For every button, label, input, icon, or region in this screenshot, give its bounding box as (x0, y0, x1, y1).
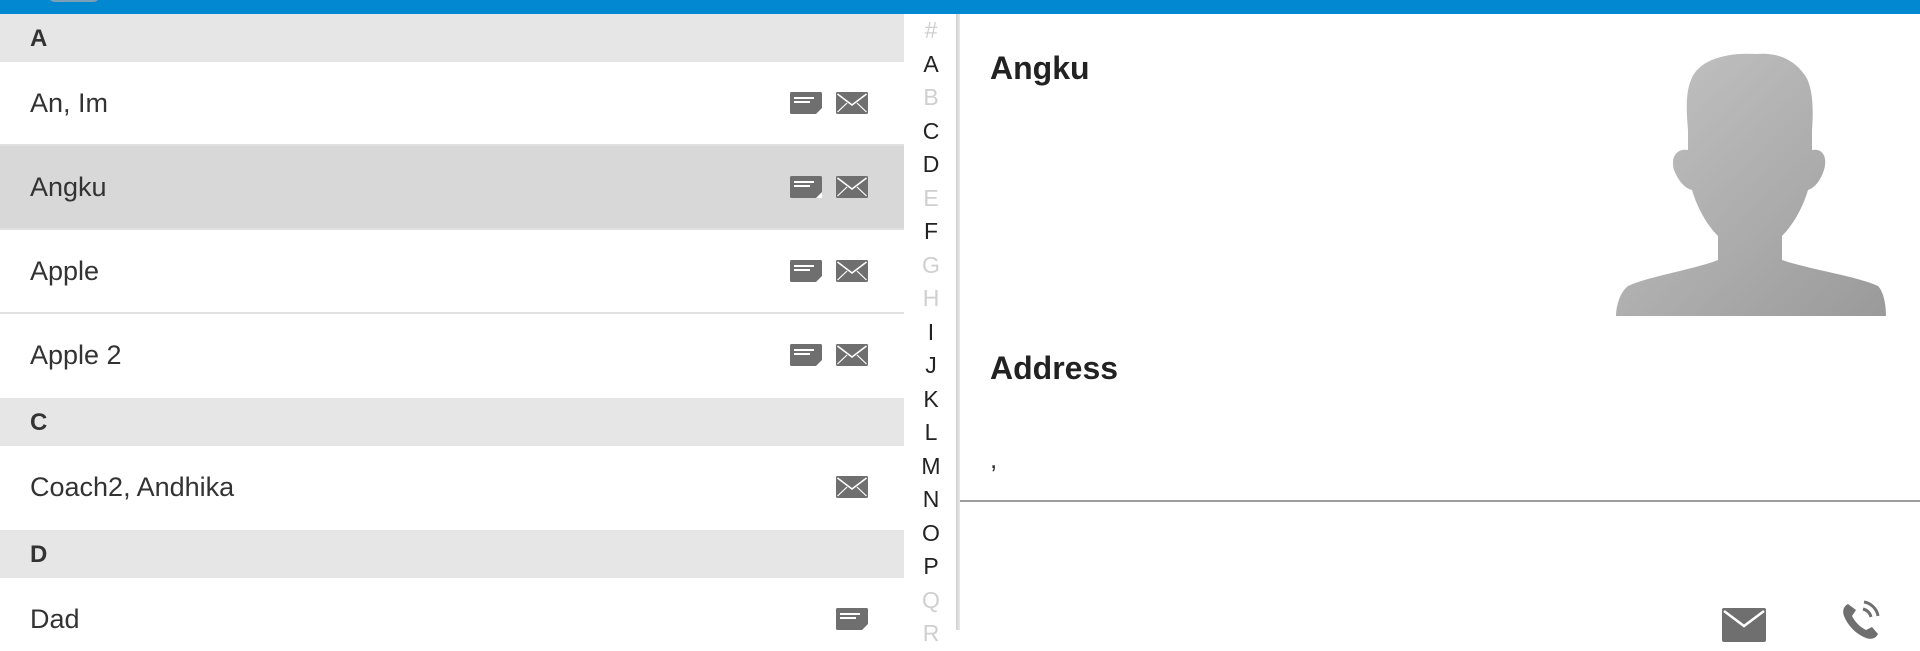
alpha-index-letter[interactable]: E (904, 182, 958, 216)
contact-name: An, Im (30, 88, 109, 118)
section-header-a: A (0, 14, 904, 62)
contact-row[interactable]: Angku (0, 146, 904, 230)
contact-row[interactable]: Apple (0, 230, 904, 314)
contact-name: Dad (30, 604, 80, 630)
top-status-bar (0, 0, 1920, 14)
message-icon[interactable] (790, 344, 822, 366)
contact-name: Apple 2 (30, 340, 122, 370)
email-icon[interactable] (836, 344, 868, 366)
alpha-index-letter[interactable]: R (904, 617, 958, 651)
contact-name: Apple (30, 256, 100, 286)
alpha-index-letter[interactable]: M (904, 450, 958, 484)
alpha-index-letter[interactable]: C (904, 115, 958, 149)
address-value: , (990, 444, 998, 474)
address-label: Address (990, 350, 1119, 386)
section-header-c: C (0, 398, 904, 446)
contact-row-actions (790, 230, 868, 312)
alpha-index-letter[interactable]: K (904, 383, 958, 417)
contact-row[interactable]: Apple 2 (0, 314, 904, 398)
alpha-index-letter[interactable]: A (904, 48, 958, 82)
alpha-index-letter[interactable]: P (904, 550, 958, 584)
detail-action-bar (960, 502, 1920, 642)
email-icon[interactable] (1722, 608, 1766, 642)
message-icon[interactable] (790, 176, 822, 198)
alpha-index-letter[interactable]: B (904, 81, 958, 115)
contact-row[interactable]: Coach2, Andhika (0, 446, 904, 530)
contact-name: Coach2, Andhika (30, 472, 235, 502)
message-icon[interactable] (836, 608, 868, 630)
contact-name: Angku (30, 172, 107, 202)
alpha-index-letter[interactable]: I (904, 316, 958, 350)
alpha-index-letter[interactable]: N (904, 483, 958, 517)
alpha-index-letter[interactable]: G (904, 249, 958, 283)
alpha-index-letter[interactable]: F (904, 215, 958, 249)
person-silhouette-icon (1616, 53, 1886, 316)
contact-list: A An, Im Angku Apple Apple 2 C Coach2, Andhika… (0, 14, 904, 630)
contact-row[interactable]: Dad (0, 578, 904, 630)
alpha-index-letter[interactable]: H (904, 282, 958, 316)
alpha-index-letter[interactable]: L (904, 416, 958, 450)
email-icon[interactable] (836, 176, 868, 198)
contact-row-actions (836, 578, 868, 630)
section-header-d: D (0, 530, 904, 578)
alpha-index-letter[interactable]: Q (904, 584, 958, 618)
contact-row-actions (790, 146, 868, 228)
contact-row-actions (790, 62, 868, 144)
contact-row-actions (836, 446, 868, 528)
alpha-index-letter[interactable]: D (904, 148, 958, 182)
contact-detail-name: Angku (990, 50, 1090, 86)
email-icon[interactable] (836, 260, 868, 282)
message-icon[interactable] (790, 260, 822, 282)
topbar-tab-handle (48, 0, 100, 2)
contact-detail-panel: Angku Address , (960, 14, 1920, 642)
alpha-index-letter[interactable]: J (904, 349, 958, 383)
alphabet-index: # A B C D E F G H I J K L M N O P Q R (904, 14, 958, 646)
alpha-index-letter[interactable]: # (904, 14, 958, 48)
email-icon[interactable] (836, 476, 868, 498)
email-icon[interactable] (836, 92, 868, 114)
contact-row[interactable]: An, Im (0, 62, 904, 146)
alpha-index-letter[interactable]: O (904, 517, 958, 551)
contact-row-actions (790, 314, 868, 396)
message-icon[interactable] (790, 92, 822, 114)
phone-icon[interactable] (1838, 598, 1882, 642)
